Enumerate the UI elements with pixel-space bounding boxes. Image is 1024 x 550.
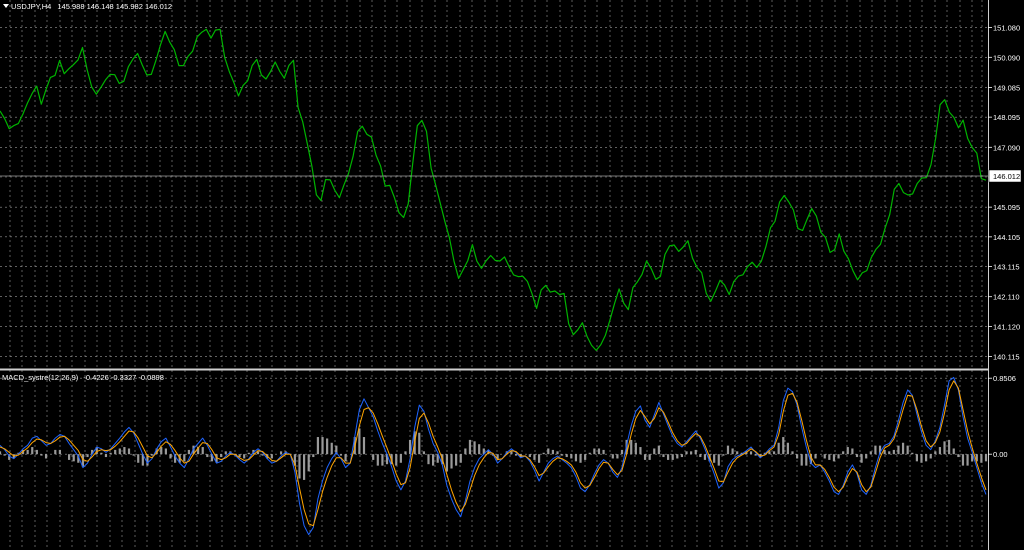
price-chart[interactable]: 151.080150.090149.085148.095147.090146.1…	[0, 0, 1024, 550]
price-tick-label-11: 140.115	[993, 353, 1020, 362]
price-tick-label-6: 145.095	[993, 203, 1020, 212]
price-tick-label-7: 144.105	[993, 233, 1020, 242]
price-tick-label-0: 151.080	[993, 24, 1020, 33]
ohlc-values: 145.988 146.148 145.982 146.012	[57, 2, 172, 11]
svg-text:MACD_systre(12,26,9) -0.: MACD_systre(12,26,9) -0.4226 -0.3327 -0.…	[2, 373, 164, 382]
current-price-label: 146.012	[993, 172, 1020, 181]
price-tick-label-3: 148.095	[993, 113, 1020, 122]
macd-header: MACD_systre(12,26,9) -0.4226 -0.3327 -0.…	[2, 373, 164, 382]
macd-name: MACD_systre	[2, 373, 48, 382]
macd-tick-label-0: 0.8506	[993, 374, 1016, 383]
price-tick-label-1: 150.090	[993, 53, 1020, 62]
symbol-label: USDJPY,H4	[11, 2, 51, 11]
price-tick-label-10: 141.120	[993, 322, 1020, 331]
macd-params: (12,26,9)	[48, 373, 79, 382]
current-price-tag: 146.012	[988, 169, 1022, 183]
price-tick-label-8: 143.115	[993, 263, 1020, 272]
price-tick-label-9: 142.110	[993, 293, 1020, 302]
price-header: USDJPY,H4 145.988 146.148 145.982 146.01…	[3, 2, 172, 11]
price-tick-label-2: 149.085	[993, 83, 1020, 92]
price-tick-label-4: 147.090	[993, 143, 1020, 152]
macd-tick-label-1: 0.00	[993, 450, 1008, 459]
chart-background	[0, 0, 1024, 550]
macd-values: -0.4226 -0.3327 -0.0898	[83, 373, 163, 382]
svg-text:USDJPY,H4 145.988 146.14: USDJPY,H4 145.988 146.148 145.982 146.01…	[11, 2, 172, 11]
